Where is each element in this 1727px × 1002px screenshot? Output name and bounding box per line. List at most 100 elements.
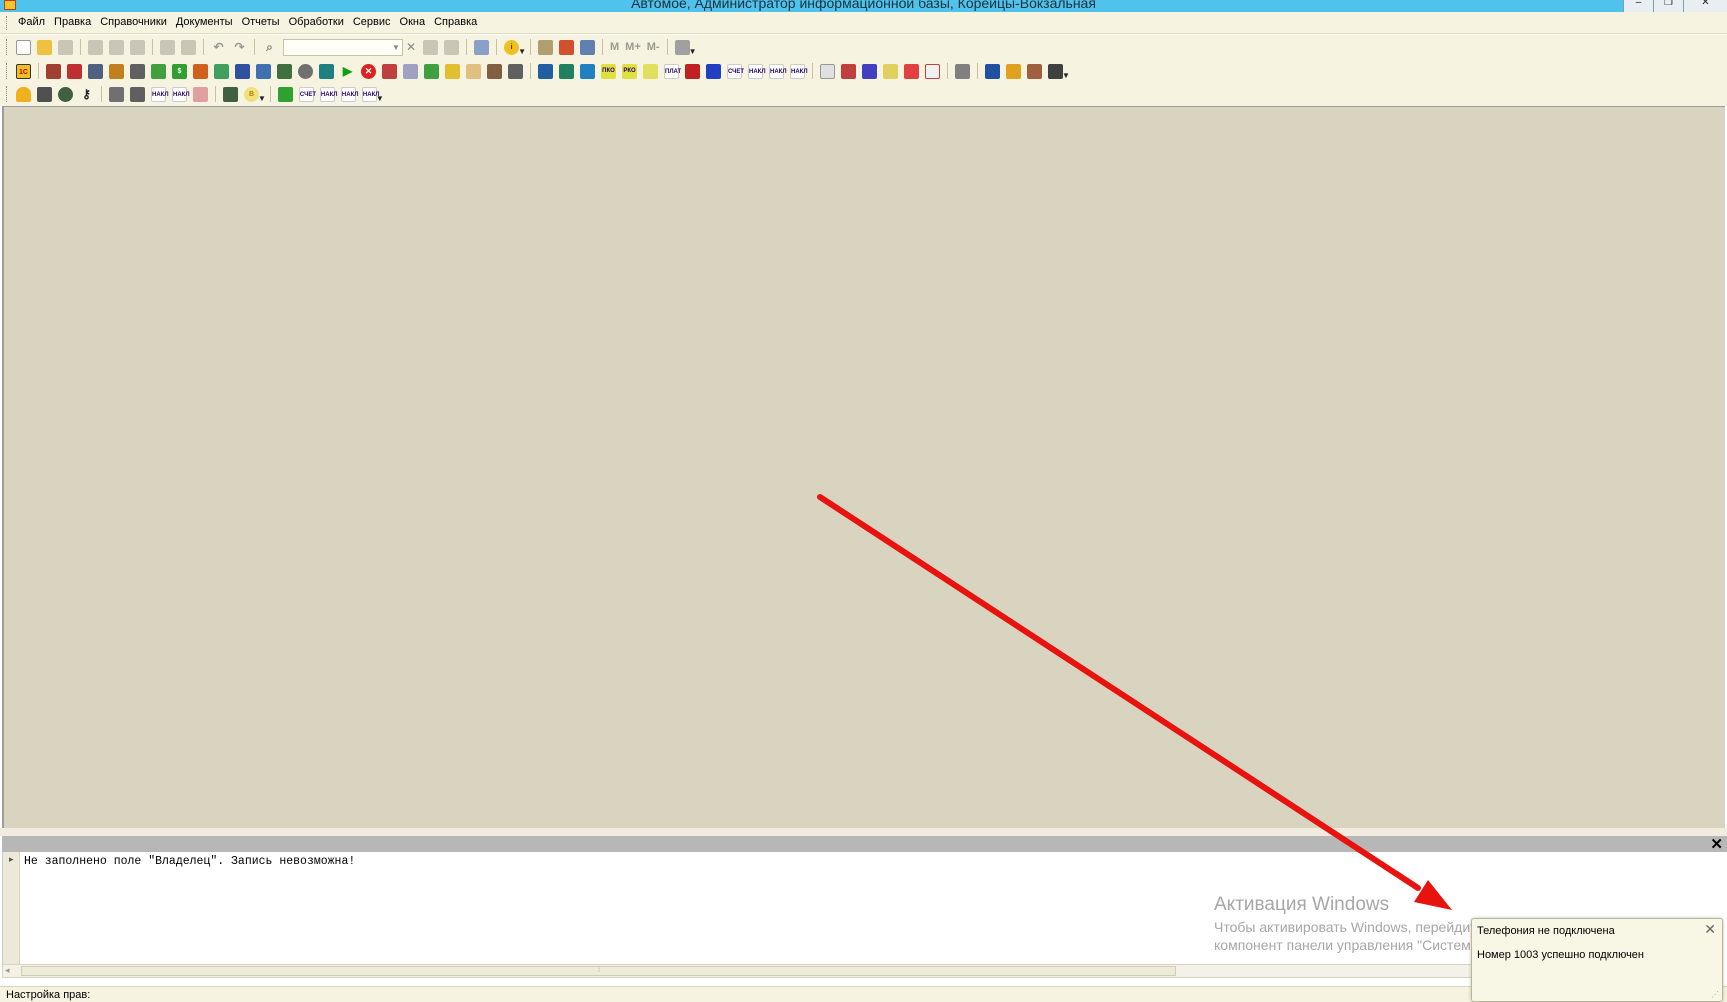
pko-button[interactable]: ПКО [598, 62, 619, 80]
clients-button[interactable] [232, 62, 253, 80]
dropdown-arrow-icon[interactable]: ▼ [376, 94, 384, 103]
toolbar-grip[interactable] [6, 63, 9, 79]
cash-button[interactable]: $ [169, 62, 190, 80]
print-button[interactable] [157, 38, 178, 56]
invoice-button[interactable]: СЧЕТ [724, 62, 745, 80]
team-button[interactable] [1024, 62, 1045, 80]
close-messages-icon[interactable]: ✕ [1710, 835, 1723, 853]
paste-button[interactable] [127, 38, 148, 56]
register-button[interactable] [190, 62, 211, 80]
add-goods-button[interactable] [421, 62, 442, 80]
stock-button[interactable] [106, 62, 127, 80]
cut-button[interactable] [85, 38, 106, 56]
copy-button[interactable] [106, 38, 127, 56]
waybill-add-button[interactable]: НАКЛ [745, 62, 766, 80]
menu-file[interactable]: Файл [18, 16, 45, 28]
analysis-button[interactable] [556, 62, 577, 80]
repair-button[interactable] [106, 85, 127, 103]
exchange-button[interactable] [838, 62, 859, 80]
menu-grip[interactable] [6, 16, 9, 30]
dk-button[interactable] [922, 62, 943, 80]
dropdown-arrow-icon[interactable]: ▼ [689, 47, 697, 56]
waybill-plus2-button[interactable]: НАКЛ [317, 85, 338, 103]
quick-menu-button[interactable]: 1С [13, 62, 34, 80]
rko-button[interactable]: РКО [619, 62, 640, 80]
stop-button[interactable]: ✕ [358, 62, 379, 80]
find-button[interactable]: ⌕ [259, 38, 280, 56]
menu-reports[interactable]: Отчеты [242, 16, 280, 28]
tools-cross-button[interactable] [127, 85, 148, 103]
payment-button[interactable]: ПЛАТ [661, 62, 682, 80]
restore-button[interactable]: ❐ [1653, 0, 1683, 12]
monitor-button[interactable] [316, 62, 337, 80]
structure-button[interactable] [274, 62, 295, 80]
find-prev-button[interactable] [441, 38, 462, 56]
close-notification-icon[interactable]: ✕ [1704, 921, 1716, 938]
calendar-button[interactable] [556, 38, 577, 56]
horizontal-scrollbar[interactable]: ◂ ⁞ [2, 964, 1472, 978]
save-button[interactable] [55, 38, 76, 56]
scroll-left-icon[interactable]: ◂ [5, 965, 10, 976]
close-window-button[interactable]: ✕ [1683, 0, 1727, 12]
memory-button[interactable]: M [610, 41, 619, 53]
memory-minus-button[interactable]: M- [647, 41, 660, 53]
waybill-minus-button[interactable]: НАКЛ [169, 85, 190, 103]
menu-catalogs[interactable]: Справочники [100, 16, 167, 28]
toolbar-grip[interactable] [6, 86, 9, 102]
minimize-button[interactable]: – [1623, 0, 1653, 12]
run-button[interactable]: ▶ [337, 62, 358, 80]
windows-list-button[interactable] [471, 38, 492, 56]
waybill-move2-button[interactable] [190, 85, 211, 103]
income2-button[interactable] [275, 85, 296, 103]
income-button[interactable] [682, 62, 703, 80]
search-combobox[interactable]: ▼ [283, 38, 403, 56]
panel-splitter[interactable] [0, 828, 1727, 836]
bell-button[interactable] [13, 85, 34, 103]
dropdown-arrow-icon[interactable]: ▼ [258, 94, 266, 103]
toolbar-grip[interactable] [6, 39, 9, 55]
scrollbar-thumb[interactable]: ⁞ [21, 966, 1176, 976]
clear-search-icon[interactable]: ✕ [406, 40, 416, 54]
invoice2-button[interactable]: СЧЕТ [296, 85, 317, 103]
waybill-minus2-button[interactable]: НАКЛ [338, 85, 359, 103]
dropdown-arrow-icon[interactable]: ▼ [518, 47, 526, 56]
redo-button[interactable]: ↷ [229, 38, 250, 56]
menu-windows[interactable]: Окна [400, 16, 426, 28]
doc-list-button[interactable] [400, 62, 421, 80]
mail-button[interactable] [1003, 62, 1024, 80]
list-button[interactable] [880, 62, 901, 80]
dropdown-arrow-icon[interactable]: ▼ [1062, 71, 1070, 80]
vehicle-button[interactable] [34, 85, 55, 103]
warehouse-button[interactable] [43, 62, 64, 80]
open-button[interactable] [34, 38, 55, 56]
telephony-notification[interactable]: Телефония не подключена ✕ Номер 1003 усп… [1471, 918, 1723, 1002]
chart-button[interactable] [463, 62, 484, 80]
transfer-button[interactable] [577, 62, 598, 80]
new-document-button[interactable] [13, 38, 34, 56]
outcome-button[interactable] [703, 62, 724, 80]
resize-grip-icon[interactable]: ⋰ [1711, 990, 1719, 999]
users-button[interactable] [577, 38, 598, 56]
folder-button[interactable] [442, 62, 463, 80]
doc-button[interactable] [817, 62, 838, 80]
shop-button[interactable] [64, 62, 85, 80]
note-button[interactable] [640, 62, 661, 80]
mdi-workspace[interactable] [2, 106, 1725, 828]
menu-service[interactable]: Сервис [353, 16, 391, 28]
announce-button[interactable] [952, 62, 973, 80]
edit-button[interactable] [127, 62, 148, 80]
waybill-plus-button[interactable]: НАКЛ [148, 85, 169, 103]
undo-button[interactable]: ↶ [208, 38, 229, 56]
prices-button[interactable] [484, 62, 505, 80]
journal-button[interactable] [211, 62, 232, 80]
find-next-button[interactable] [420, 38, 441, 56]
menu-edit[interactable]: Правка [54, 16, 91, 28]
calendar-grid-button[interactable] [253, 62, 274, 80]
add-row-button[interactable] [901, 62, 922, 80]
key-button[interactable]: ⚷ [76, 85, 97, 103]
book-button[interactable] [982, 62, 1003, 80]
menu-help[interactable]: Справка [434, 16, 477, 28]
phone-button[interactable] [379, 62, 400, 80]
books-button[interactable] [535, 62, 556, 80]
menu-processing[interactable]: Обработки [289, 16, 344, 28]
